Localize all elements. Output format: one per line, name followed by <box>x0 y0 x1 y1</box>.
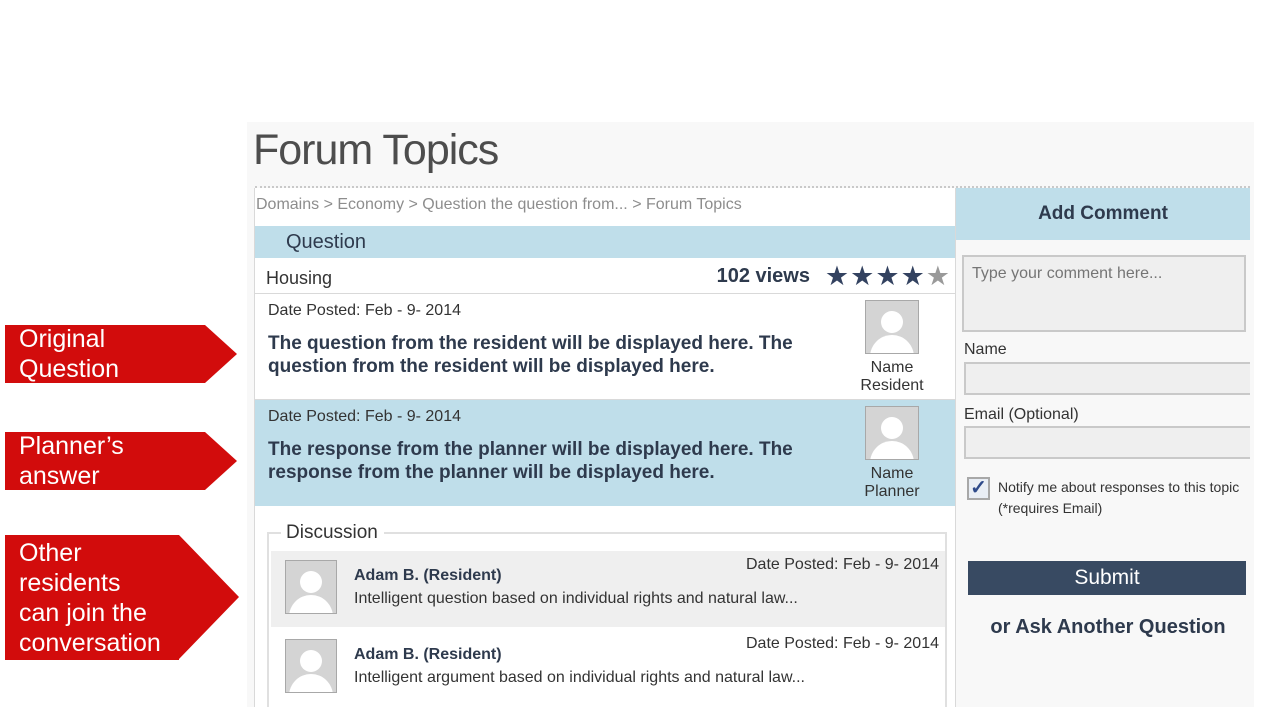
avatar-placeholder-icon <box>285 560 337 614</box>
discussion-author: Adam B. (Resident) <box>354 646 502 663</box>
discussion-item[interactable]: Adam B. (Resident) Intelligent argument … <box>271 630 945 706</box>
breadcrumb[interactable]: Domains > Economy > Question the questio… <box>256 196 742 214</box>
topic-panel: Domains > Economy > Question the questio… <box>254 188 956 707</box>
author-role: Planner <box>864 483 920 500</box>
notify-label: Notify me about responses to this topic <box>998 479 1240 495</box>
discussion-text: Intelligent question based on individual… <box>354 590 798 607</box>
author-role: Resident <box>860 377 924 394</box>
star-filled-icon[interactable]: ★ <box>825 261 850 291</box>
add-comment-panel: Add Comment Name Email (Optional) ✓ Noti… <box>956 188 1250 707</box>
discussion-section: Discussion Adam B. (Resident) Intelligen… <box>267 522 947 707</box>
submit-button[interactable]: Submit <box>968 561 1246 595</box>
star-filled-icon[interactable]: ★ <box>875 261 900 291</box>
email-label: Email (Optional) <box>964 406 1079 423</box>
author-name: Name <box>870 359 914 376</box>
avatar-placeholder-icon <box>285 639 337 693</box>
topic-name: Housing <box>266 268 333 288</box>
forum-frame: Forum Topics Domains > Economy > Questio… <box>247 122 1254 707</box>
ask-another-question-link[interactable]: or Ask Another Question <box>956 616 1260 639</box>
question-header: Question <box>255 226 955 258</box>
topic-row: Housing 102 views ★★★★★ <box>255 258 955 294</box>
rating-stars[interactable]: ★★★★★ <box>825 261 951 292</box>
page-title: Forum Topics <box>253 126 499 174</box>
callout-other-residents: Other residents can join the conversatio… <box>5 535 239 660</box>
view-count: 102 views <box>716 265 810 287</box>
callout-planner-answer: Planner’s answer <box>5 432 237 490</box>
discussion-text: Intelligent argument based on individual… <box>354 669 805 686</box>
planner-answer-post: Date Posted: Feb - 9- 2014 The response … <box>255 400 955 506</box>
post-body: The response from the planner will be di… <box>268 439 793 483</box>
notify-checkbox[interactable]: ✓ <box>967 477 990 500</box>
discussion-label: Discussion <box>281 522 384 544</box>
name-field[interactable] <box>964 362 1250 395</box>
email-field[interactable] <box>964 426 1250 459</box>
callout-original-question: Original Question <box>5 325 237 383</box>
question-header-label: Question <box>286 231 367 253</box>
add-comment-header: Add Comment <box>956 188 1250 240</box>
post-body: The question from the resident will be d… <box>268 333 793 377</box>
comment-textarea[interactable] <box>962 255 1246 332</box>
notify-text: Notify me about responses to this topic … <box>998 477 1250 519</box>
post-date: Date Posted: Feb - 9- 2014 <box>268 302 461 319</box>
discussion-date: Date Posted: Feb - 9- 2014 <box>746 556 939 573</box>
add-comment-title: Add Comment <box>1038 203 1168 224</box>
post-date: Date Posted: Feb - 9- 2014 <box>268 408 461 425</box>
avatar-placeholder-icon <box>865 406 919 460</box>
callout-original-question-text: Original Question <box>19 325 120 383</box>
notify-note: (*requires Email) <box>998 500 1103 516</box>
planner-author: Name Planner <box>847 406 937 501</box>
resident-question-post: Date Posted: Feb - 9- 2014 The question … <box>255 294 955 400</box>
resident-author: Name Resident <box>847 300 937 395</box>
star-filled-icon[interactable]: ★ <box>901 261 926 291</box>
author-name: Name <box>870 465 914 482</box>
discussion-item[interactable]: Adam B. (Resident) Intelligent question … <box>271 551 945 627</box>
star-empty-icon[interactable]: ★ <box>926 261 951 291</box>
callout-planner-answer-text: Planner’s answer <box>19 432 124 490</box>
name-label: Name <box>964 341 1007 358</box>
discussion-date: Date Posted: Feb - 9- 2014 <box>746 635 939 652</box>
star-filled-icon[interactable]: ★ <box>850 261 875 291</box>
avatar-placeholder-icon <box>865 300 919 354</box>
discussion-author: Adam B. (Resident) <box>354 567 502 584</box>
